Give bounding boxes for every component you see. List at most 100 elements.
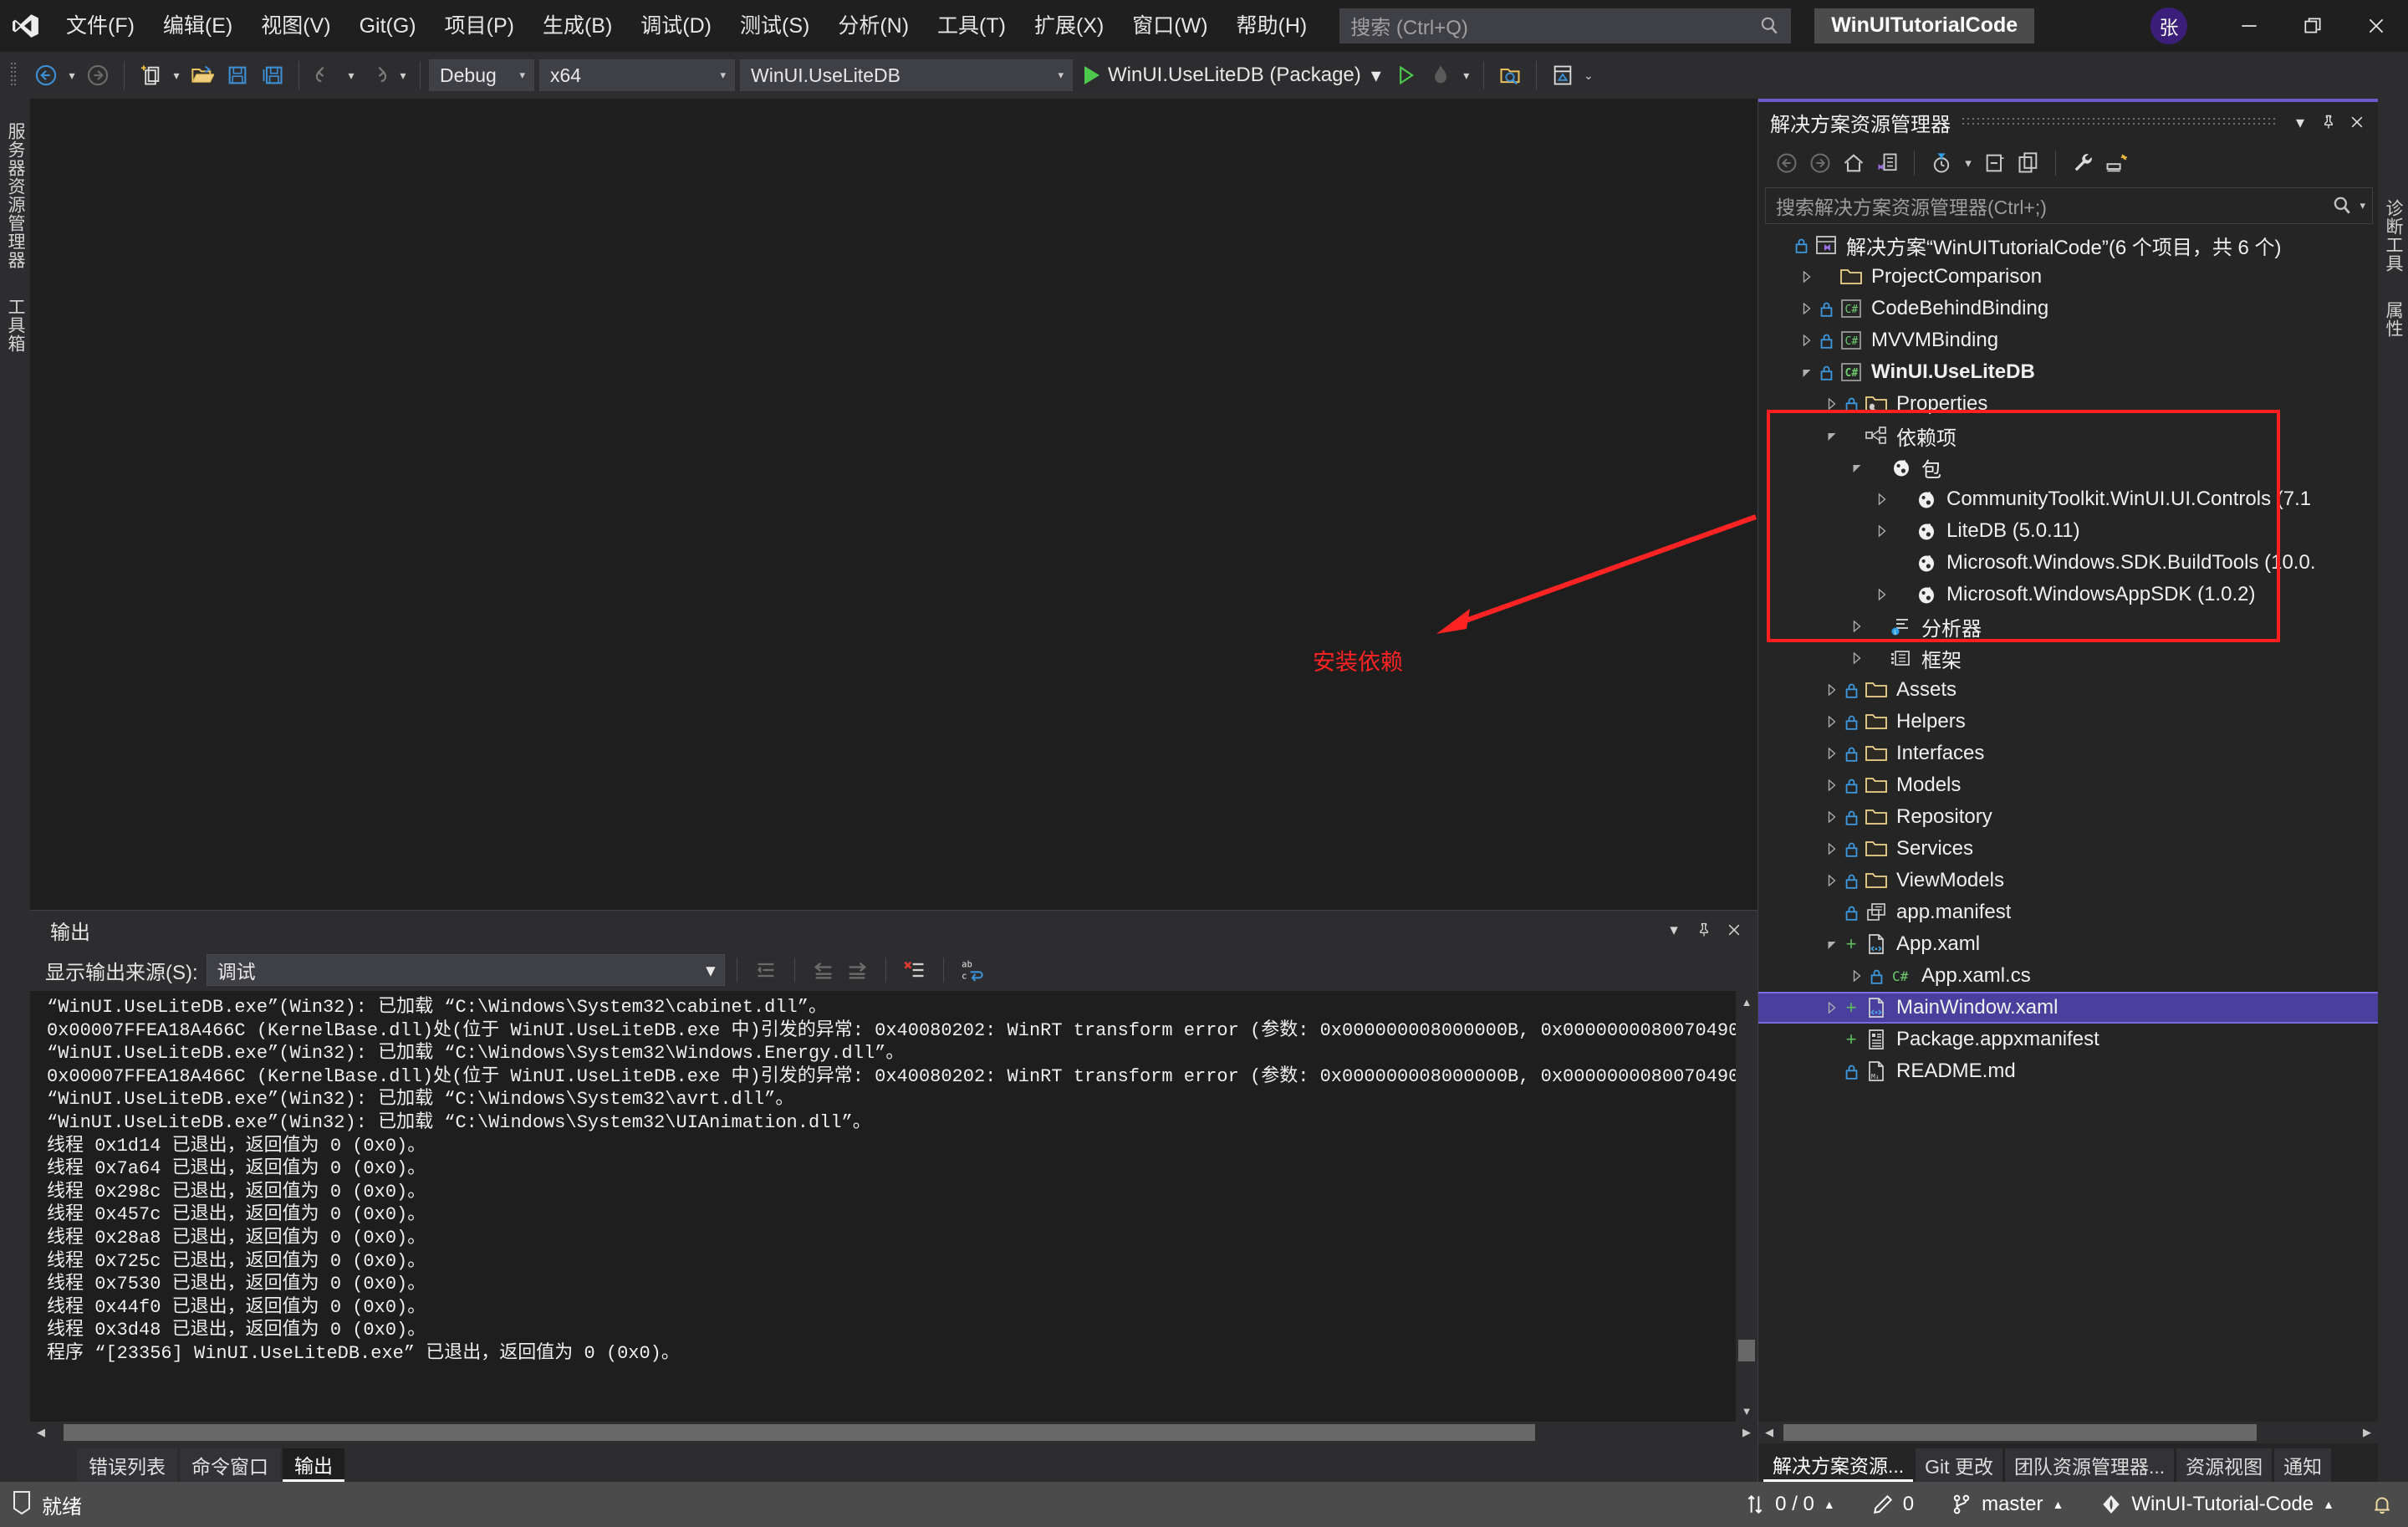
chevron-right-icon[interactable] — [1820, 393, 1842, 415]
start-debugging-button[interactable]: WinUI.UseLiteDB (Package) ▾ — [1078, 58, 1388, 93]
bottom-tab-0[interactable]: 错误列表 — [77, 1448, 177, 1482]
se-navigate-forward-button[interactable] — [1803, 146, 1837, 180]
chevron-right-icon[interactable] — [1845, 615, 1867, 637]
chevron-right-icon[interactable] — [1795, 329, 1817, 351]
undo-dropdown[interactable]: ▾ — [343, 58, 360, 93]
minimize-button[interactable] — [2217, 0, 2281, 52]
solution-tree[interactable]: 解决方案“WinUITutorialCode”(6 个项目，共 6 个)Proj… — [1758, 224, 2378, 1422]
chevron-right-icon[interactable] — [1870, 488, 1892, 510]
chevron-down-icon[interactable] — [1795, 361, 1817, 383]
live-visual-tree-button[interactable] — [1545, 58, 1580, 93]
save-button[interactable] — [220, 58, 255, 93]
scroll-thumb[interactable] — [1783, 1424, 2257, 1441]
chevron-right-icon[interactable] — [1820, 870, 1842, 891]
restore-button[interactable] — [2281, 0, 2344, 52]
output-panel-menu-button[interactable]: ▾ — [1659, 913, 1689, 947]
menu-item-8[interactable]: 分析(N) — [824, 0, 923, 52]
tree-item[interactable]: ViewModels — [1758, 865, 2378, 896]
solution-explorer-tab-0[interactable]: 解决方案资源... — [1763, 1448, 1913, 1482]
scroll-thumb[interactable] — [1738, 1340, 1755, 1361]
output-text-area[interactable]: “WinUI.UseLiteDB.exe”(Win32): 已加载 “C:\Wi… — [30, 991, 1758, 1422]
tree-item[interactable]: Properties — [1758, 388, 2378, 420]
pending-changes-item[interactable]: 0 — [1872, 1493, 1914, 1516]
scroll-up-arrow[interactable]: ▲ — [1736, 991, 1758, 1013]
chevron-right-icon[interactable] — [1820, 838, 1842, 860]
solution-explorer-pin-button[interactable] — [2314, 105, 2343, 139]
tree-item[interactable]: Services — [1758, 833, 2378, 865]
account-avatar[interactable]: 张 — [2150, 8, 2187, 44]
notifications-item[interactable] — [2371, 1494, 2393, 1515]
tree-item[interactable]: Microsoft.Windows.SDK.BuildTools (10.0. — [1758, 547, 2378, 579]
output-source-combo[interactable]: 调试 ▾ — [207, 954, 725, 986]
configuration-combo[interactable]: Debug ▾ — [429, 59, 534, 91]
right_rail-item-0[interactable]: 诊断工具 — [2380, 199, 2405, 273]
chevron-right-icon[interactable] — [1845, 647, 1867, 669]
solution-explorer-tab-3[interactable]: 资源视图 — [2176, 1448, 2272, 1482]
chevron-right-icon[interactable] — [1820, 997, 1842, 1019]
tree-item[interactable]: M↓README.md — [1758, 1055, 2378, 1087]
se-home-button[interactable] — [1837, 146, 1870, 180]
solution-explorer-tab-2[interactable]: 团队资源管理器... — [2005, 1448, 2174, 1482]
se-solution-view-button[interactable] — [1870, 146, 1904, 180]
tree-item[interactable]: Assets — [1758, 674, 2378, 706]
chevron-down-icon[interactable] — [1845, 457, 1867, 478]
output-panel-pin-button[interactable] — [1689, 913, 1719, 947]
select-element-button[interactable] — [1492, 58, 1528, 93]
tree-item[interactable]: i分析器 — [1758, 610, 2378, 642]
scroll-right-arrow[interactable]: ▶ — [2356, 1422, 2378, 1443]
left_rail-item-0[interactable]: 服务器资源管理器 — [3, 122, 28, 269]
startup-project-combo[interactable]: WinUI.UseLiteDB ▾ — [740, 59, 1073, 91]
tree-item[interactable]: Models — [1758, 769, 2378, 801]
scroll-right-arrow[interactable]: ▶ — [1736, 1422, 1758, 1443]
output-panel-close-button[interactable] — [1719, 913, 1749, 947]
scroll-thumb[interactable] — [64, 1424, 1535, 1441]
menu-item-0[interactable]: 文件(F) — [52, 0, 149, 52]
tree-item[interactable]: C#CodeBehindBinding — [1758, 293, 2378, 324]
solution-explorer-horizontal-scrollbar[interactable]: ◀ ▶ — [1758, 1422, 2378, 1443]
branch-item[interactable]: master ▲ — [1951, 1493, 2064, 1516]
tree-item[interactable]: C#App.xaml.cs — [1758, 960, 2378, 992]
hot-reload-dropdown[interactable]: ▾ — [1458, 58, 1475, 93]
open-file-button[interactable] — [185, 58, 220, 93]
menu-item-3[interactable]: Git(G) — [345, 0, 431, 52]
solution-explorer-search-input[interactable]: 搜索解决方案资源管理器(Ctrl+;) ▾ — [1765, 187, 2373, 224]
scroll-down-arrow[interactable]: ▼ — [1736, 1400, 1758, 1422]
chevron-right-icon[interactable] — [1820, 743, 1842, 764]
solution-explorer-menu-button[interactable]: ▾ — [2286, 105, 2314, 139]
tree-item[interactable]: app.manifest — [1758, 896, 2378, 928]
chevron-right-icon[interactable] — [1845, 965, 1867, 987]
tree-item[interactable]: +App.xaml — [1758, 928, 2378, 960]
platform-combo[interactable]: x64 ▾ — [539, 59, 735, 91]
chevron-right-icon[interactable] — [1820, 806, 1842, 828]
tree-item[interactable]: 依赖项 — [1758, 420, 2378, 452]
se-collapse-all-button[interactable] — [1978, 146, 2012, 180]
tree-item[interactable]: C#WinUI.UseLiteDB — [1758, 356, 2378, 388]
tree-item[interactable]: Microsoft.WindowsAppSDK (1.0.2) — [1758, 579, 2378, 610]
chevron-right-icon[interactable] — [1870, 584, 1892, 605]
solution-explorer-close-button[interactable] — [2343, 105, 2371, 139]
solution-explorer-tab-4[interactable]: 通知 — [2274, 1448, 2331, 1482]
navigate-forward-button[interactable] — [80, 58, 115, 93]
toolbar-overflow-button[interactable]: ⌄ — [1580, 58, 1597, 93]
chevron-down-icon[interactable]: ▾ — [2360, 199, 2365, 212]
chevron-down-icon[interactable] — [1820, 425, 1842, 447]
word-wrap-button[interactable]: abc — [956, 953, 989, 987]
menu-item-10[interactable]: 扩展(X) — [1020, 0, 1118, 52]
output-vertical-scrollbar[interactable]: ▲ ▼ — [1736, 991, 1758, 1422]
new-item-dropdown[interactable]: ▾ — [168, 58, 185, 93]
scroll-left-arrow[interactable]: ◀ — [30, 1422, 52, 1443]
save-all-button[interactable] — [255, 58, 290, 93]
redo-dropdown[interactable]: ▾ — [395, 58, 411, 93]
hot-reload-button[interactable] — [1423, 58, 1458, 93]
se-pending-changes-button[interactable] — [1925, 146, 1958, 180]
left_rail-item-1[interactable]: 工具箱 — [3, 298, 28, 353]
sync-status-item[interactable]: 0 / 0 ▲ — [1744, 1493, 1835, 1516]
output-jump-button[interactable] — [749, 953, 783, 987]
menu-item-9[interactable]: 工具(T) — [923, 0, 1020, 52]
solution-explorer-tab-1[interactable]: Git 更改 — [1916, 1448, 2002, 1482]
undo-button[interactable] — [308, 58, 343, 93]
clear-all-button[interactable] — [898, 953, 931, 987]
global-search-input[interactable]: 搜索 (Ctrl+Q) — [1339, 8, 1791, 43]
navigate-back-dropdown[interactable]: ▾ — [64, 58, 80, 93]
se-show-all-files-button[interactable] — [2012, 146, 2045, 180]
